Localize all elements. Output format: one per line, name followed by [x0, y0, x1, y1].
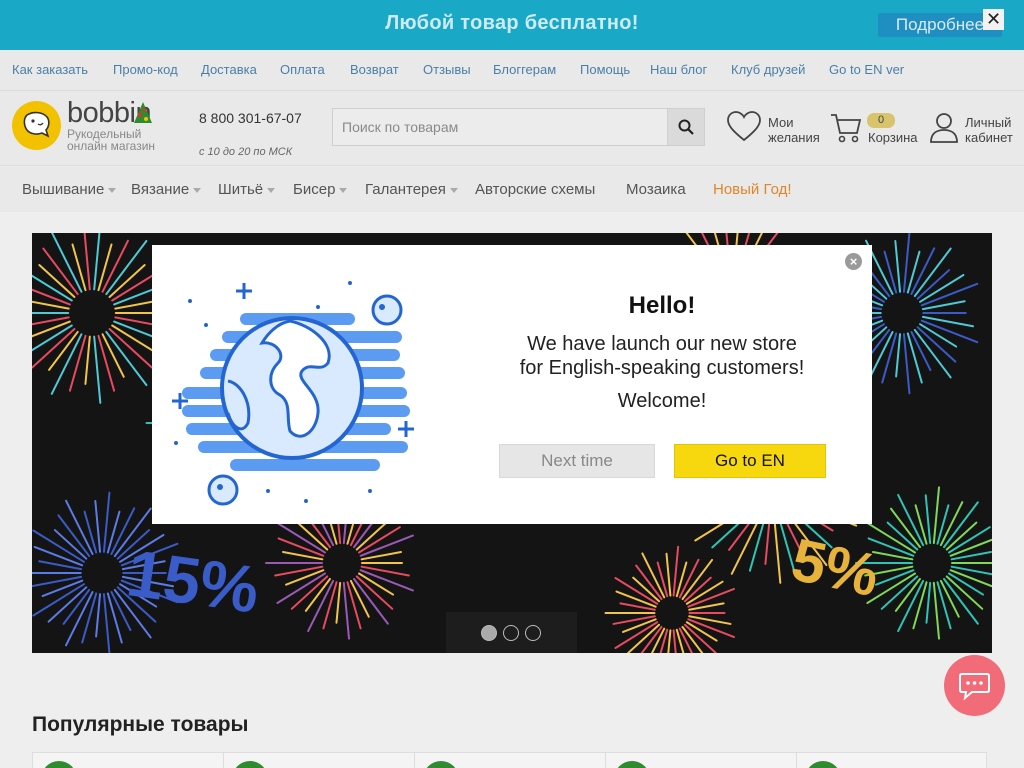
modal-welcome: Welcome! [617, 390, 707, 412]
modal-message-line-1: We have launch our new store [527, 333, 797, 355]
modal-title: Hello! [628, 292, 696, 319]
welcome-modal: × Hello! We have launch our new store fo… [152, 245, 872, 524]
modal-message: We have launch our new store for English… [462, 332, 862, 380]
next-time-button[interactable]: Next time [499, 444, 655, 478]
close-icon[interactable]: × [845, 253, 862, 270]
modal-message-line-2: for English-speaking customers! [519, 357, 805, 379]
go-to-en-button[interactable]: Go to EN [674, 444, 826, 478]
globe-illustration [172, 281, 414, 506]
